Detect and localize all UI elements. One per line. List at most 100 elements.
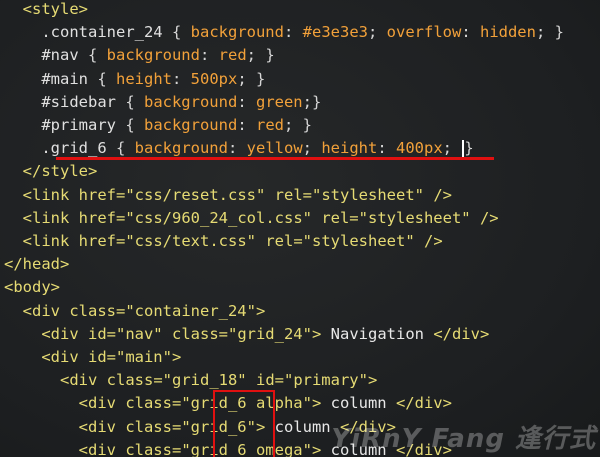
- code-line: <link href="css/reset.css" rel="styleshe…: [4, 184, 452, 207]
- code-token: :: [237, 92, 256, 111]
- code-token: background: [134, 139, 228, 158]
- code-editor[interactable]: <style> .container_24 { background: #e3e…: [0, 0, 600, 457]
- code-token: <style>: [22, 0, 88, 18]
- code-token: "grid_18": [162, 371, 247, 390]
- code-line: <div id="main">: [4, 346, 181, 369]
- code-token: #sidebar: [41, 92, 116, 111]
- code-token: >: [171, 348, 182, 366]
- code-token: .container_24: [41, 23, 163, 42]
- code-token: <link: [22, 185, 70, 204]
- code-line: <body>: [4, 276, 60, 299]
- code-token: yellow: [246, 139, 303, 158]
- code-token: "stylesheet": [358, 208, 471, 227]
- code-token: "css/text.css": [125, 232, 256, 250]
- code-token: rel=: [265, 185, 312, 204]
- code-token: {: [78, 46, 107, 65]
- code-token: #e3e3e3: [302, 23, 368, 42]
- code-token: #nav: [41, 46, 79, 65]
- code-token: :: [283, 23, 303, 42]
- code-token: :: [461, 23, 480, 42]
- code-token: hidden: [479, 23, 536, 42]
- code-token: <div: [60, 371, 98, 390]
- code-token: green: [255, 92, 303, 111]
- code-token: "primary": [283, 371, 368, 390]
- code-token: 500px: [190, 69, 238, 88]
- code-token: class=: [97, 371, 163, 390]
- code-token: "css/960_24_col.css": [125, 208, 312, 227]
- code-token: {: [115, 116, 144, 134]
- code-token: {: [88, 69, 116, 88]
- code-token: ; }: [535, 23, 564, 42]
- code-token: 400px: [396, 139, 443, 158]
- code-token: >: [367, 371, 378, 390]
- code-token: height: [321, 139, 378, 158]
- code-token: "main": [115, 348, 172, 366]
- code-token: height: [116, 69, 172, 88]
- code-token: .grid_6: [41, 139, 107, 158]
- code-line: #nav { background: red; }: [4, 44, 275, 67]
- code-token: id=: [78, 324, 116, 343]
- code-token: <div: [78, 417, 116, 436]
- code-token: rel=: [256, 232, 303, 250]
- code-line: <style>: [4, 0, 88, 21]
- code-token: red: [218, 46, 247, 65]
- code-token: background: [143, 92, 238, 111]
- code-line: </style>: [4, 160, 98, 183]
- code-token: ; }: [283, 116, 312, 134]
- code-line: <div class="grid_18" id="primary">: [4, 369, 377, 392]
- code-token: <div: [78, 440, 116, 457]
- code-token: </div>: [433, 324, 490, 343]
- code-token: "stylesheet": [312, 185, 424, 204]
- code-token: />: [414, 232, 443, 250]
- code-token: >: [255, 301, 266, 320]
- red-underline-annotation: [56, 157, 494, 160]
- code-token: class=: [60, 301, 126, 320]
- code-line: <div class="container_24">: [4, 300, 266, 323]
- code-token: class=: [115, 440, 182, 457]
- code-token: background: [190, 23, 284, 42]
- code-token: ; }: [246, 46, 275, 65]
- code-token: <div: [41, 324, 79, 343]
- code-token: class=: [115, 417, 182, 436]
- code-token: <link: [22, 208, 70, 227]
- code-line: <link href="css/text.css" rel="styleshee…: [4, 230, 443, 253]
- code-token: <div: [78, 394, 116, 413]
- code-line: </head>: [4, 253, 69, 276]
- code-token: </head>: [4, 255, 70, 274]
- red-box-annotation: [213, 390, 275, 457]
- code-token: background: [143, 116, 238, 134]
- code-token: <link: [22, 232, 70, 250]
- code-token: class=: [162, 324, 228, 343]
- code-line: #sidebar { background: green;}: [4, 91, 321, 114]
- code-token: ;}: [302, 92, 322, 111]
- code-token: {: [162, 23, 191, 42]
- code-token: "nav": [115, 324, 163, 343]
- code-line: #primary { background: red; }: [4, 114, 312, 137]
- code-token: />: [423, 185, 452, 204]
- code-token: column: [321, 394, 396, 413]
- code-token: >: [311, 324, 322, 343]
- code-token: <body>: [4, 278, 60, 297]
- code-token: background: [106, 46, 200, 65]
- code-token: href=: [69, 232, 126, 250]
- code-token: "stylesheet": [302, 232, 415, 250]
- code-token: :: [172, 69, 191, 88]
- code-token: />: [470, 208, 499, 227]
- code-token: ;: [442, 139, 462, 158]
- code-token: {: [106, 139, 135, 158]
- code-token: "grid_24": [227, 324, 312, 343]
